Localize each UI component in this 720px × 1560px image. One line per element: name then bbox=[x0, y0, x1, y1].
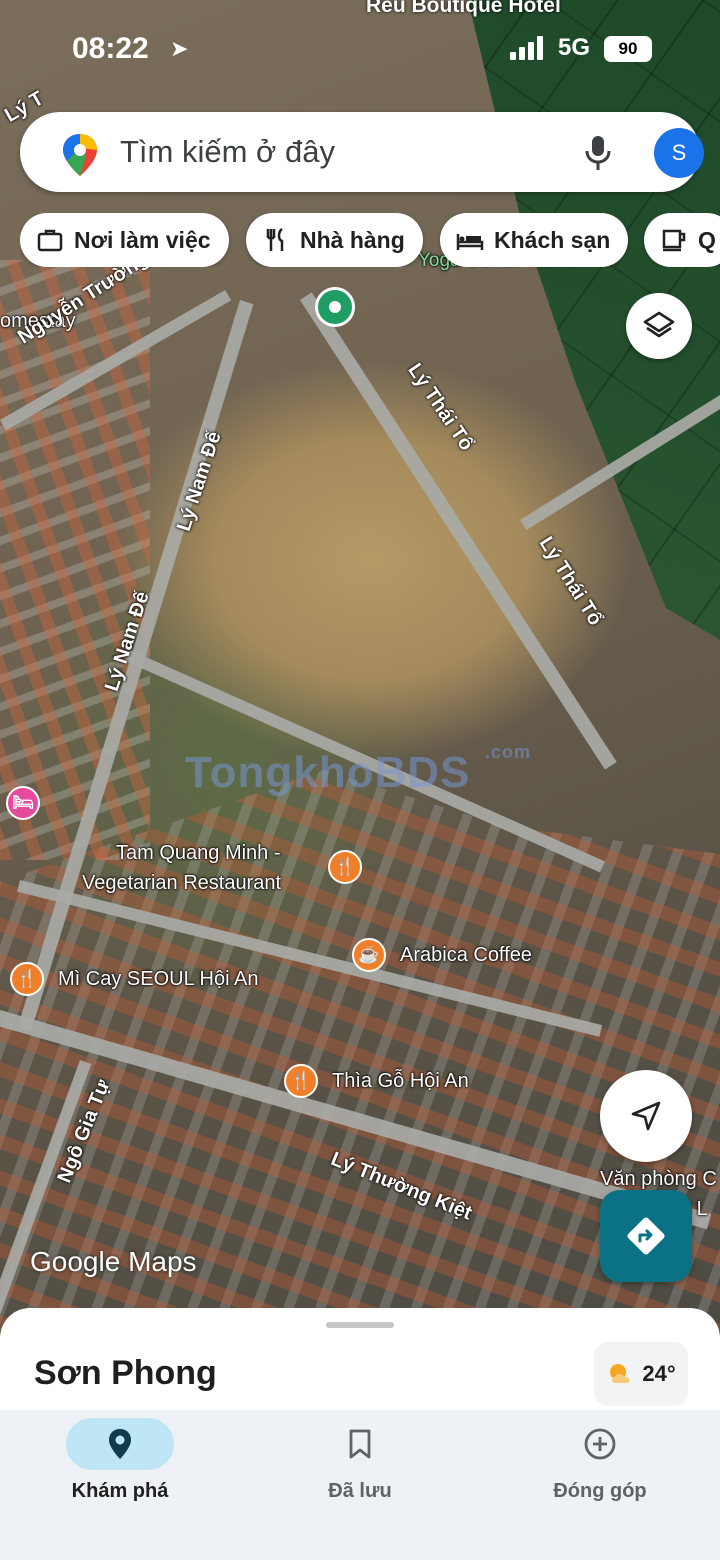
bed-icon bbox=[456, 234, 484, 250]
road-ly-thai-to bbox=[300, 292, 617, 770]
street-label-ly-nam-de-1: Lý Nam Đế bbox=[172, 428, 226, 534]
area-title: Sơn Phong bbox=[34, 1354, 217, 1392]
fork-knife-icon bbox=[266, 228, 284, 251]
my-location-button[interactable] bbox=[600, 1070, 692, 1162]
poi-label-arabica[interactable]: Arabica Coffee bbox=[400, 944, 532, 967]
nav-contribute-indicator bbox=[546, 1418, 654, 1470]
poi-label-tam-quang-minh-line1[interactable]: Tam Quang Minh - bbox=[116, 842, 281, 865]
watermark-suffix: .com bbox=[485, 742, 532, 762]
chip-cafe-label: Q bbox=[698, 226, 716, 253]
restaurant-pin-mi-cay[interactable]: 🍴 bbox=[10, 962, 44, 996]
status-time: 08:22 bbox=[72, 32, 149, 65]
google-maps-pin-logo-icon bbox=[63, 134, 97, 176]
status-bar: 08:22 ➤ 5G 90 bbox=[0, 30, 720, 70]
google-maps-attribution: Google Maps bbox=[30, 1246, 197, 1277]
directions-button[interactable] bbox=[600, 1190, 692, 1282]
nav-explore-indicator bbox=[66, 1418, 174, 1470]
sheet-drag-handle[interactable] bbox=[326, 1322, 394, 1328]
poi-label-van-phong-1[interactable]: Văn phòng C bbox=[600, 1168, 717, 1191]
chip-cafe[interactable]: Q bbox=[644, 213, 720, 267]
chip-workplace[interactable]: Nơi làm việc bbox=[20, 213, 229, 267]
battery-level: 90 bbox=[618, 39, 638, 58]
chip-hotels[interactable]: Khách sạn bbox=[440, 213, 629, 267]
weather-temperature: 24° bbox=[642, 1361, 676, 1386]
chip-restaurants-label: Nhà hàng bbox=[300, 226, 405, 253]
map-label-hotel[interactable]: Reu Boutique Hotel bbox=[366, 0, 561, 18]
bookmark-icon bbox=[349, 1429, 371, 1459]
layers-button[interactable] bbox=[626, 293, 692, 359]
poi-label-thia-go[interactable]: Thìa Gỗ Hội An bbox=[332, 1070, 469, 1093]
add-circle-icon bbox=[584, 1428, 616, 1460]
cafe-pin-arabica[interactable]: ☕ bbox=[352, 938, 386, 972]
bottom-navigation: Khám phá Đã lưu Đóng góp bbox=[0, 1410, 720, 1560]
nav-saved-label: Đã lưu bbox=[328, 1480, 392, 1502]
directions-icon bbox=[627, 1217, 665, 1255]
location-arrow-icon: ➤ bbox=[170, 36, 189, 61]
briefcase-icon bbox=[37, 229, 63, 252]
navigation-arrow-icon bbox=[631, 1101, 661, 1131]
restaurant-pin-thia-go[interactable]: 🍴 bbox=[284, 1064, 318, 1098]
poi-label-mi-cay[interactable]: Mì Cay SEOUL Hội An bbox=[58, 968, 258, 991]
nav-saved-indicator bbox=[306, 1418, 414, 1470]
search-bar[interactable]: Tìm kiếm ở đây S bbox=[20, 112, 704, 192]
nav-contribute[interactable]: Đóng góp bbox=[480, 1410, 720, 1560]
nav-explore-label: Khám phá bbox=[71, 1480, 169, 1502]
watermark-text: TongkhoBDS .com bbox=[185, 742, 530, 798]
cup-icon bbox=[662, 229, 686, 252]
restaurant-pin-tam-quang-minh[interactable]: 🍴 bbox=[328, 850, 362, 884]
category-chips: Nơi làm việc Nhà hàng Khách sạn Q bbox=[20, 213, 720, 267]
watermark-main: TongkhoBDS bbox=[185, 748, 471, 797]
selected-location-pin[interactable] bbox=[315, 287, 355, 327]
layers-icon bbox=[643, 311, 675, 338]
chip-hotels-label: Khách sạn bbox=[494, 226, 611, 253]
search-input[interactable]: Tìm kiếm ở đây bbox=[120, 134, 335, 170]
nav-contribute-label: Đóng góp bbox=[553, 1480, 647, 1502]
street-label-ly-thai-to-1: Lý Thái Tổ bbox=[403, 359, 478, 455]
explore-pin-icon bbox=[109, 1429, 131, 1459]
nav-saved[interactable]: Đã lưu bbox=[240, 1410, 480, 1560]
bottom-sheet[interactable]: Sơn Phong 24° bbox=[0, 1308, 720, 1418]
poi-label-tam-quang-minh-line2[interactable]: Vegetarian Restaurant bbox=[82, 872, 281, 895]
chip-workplace-label: Nơi làm việc bbox=[74, 226, 211, 253]
partly-cloudy-icon bbox=[610, 1364, 630, 1383]
network-type: 5G bbox=[558, 34, 591, 61]
microphone-icon[interactable] bbox=[582, 134, 614, 172]
chip-restaurants[interactable]: Nhà hàng bbox=[246, 213, 423, 267]
nav-explore[interactable]: Khám phá bbox=[0, 1410, 240, 1560]
street-label-ly-thai-to-2: Lý Thái Tổ bbox=[534, 533, 607, 630]
account-avatar[interactable]: S bbox=[654, 128, 704, 178]
hotel-pin-west[interactable]: 🛏 bbox=[6, 786, 40, 820]
weather-chip[interactable]: 24° bbox=[594, 1342, 688, 1406]
battery-icon: 90 bbox=[604, 36, 652, 62]
signal-icon bbox=[510, 36, 543, 60]
